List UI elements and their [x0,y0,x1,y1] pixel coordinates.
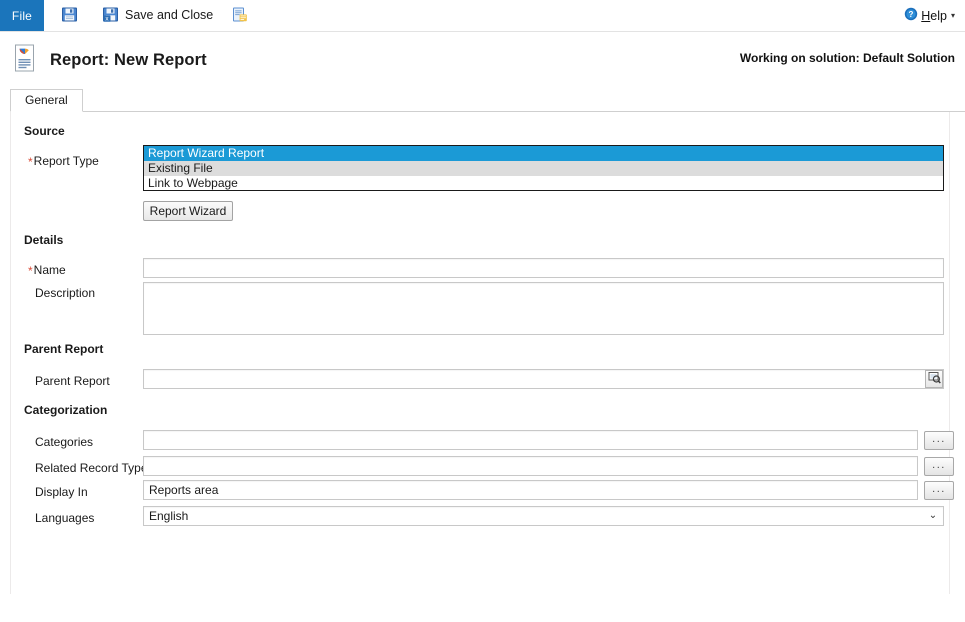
description-label: Description [35,286,96,300]
save-and-close-label: Save and Close [125,8,214,23]
help-button[interactable]: ? Help ▾ [904,0,955,31]
help-icon: ? [904,7,918,24]
save-button[interactable] [58,5,87,27]
page-header: Report: New Report Working on solution: … [0,32,965,88]
required-indicator: * [28,264,33,278]
report-type-option-report-wizard-report[interactable]: Report Wizard Report [144,146,943,161]
report-type-label-text: Report Type [33,154,99,168]
categories-label: Categories [35,435,94,449]
help-label: Help [921,9,947,23]
report-type-option-link-to-webpage[interactable]: Link to Webpage [144,176,943,190]
ribbon-command-group: x Save and Close [44,0,257,31]
report-type-label: *Report Type [28,154,99,169]
description-textarea[interactable] [143,282,944,335]
section-heading-details: Details [24,233,64,247]
categories-input[interactable] [143,430,918,450]
display-in-label: Display In [35,485,88,499]
svg-text:?: ? [909,10,914,19]
tabstrip: General [10,88,965,112]
help-label-rest: elp [930,8,947,23]
save-and-close-icon: x [102,6,119,26]
parent-report-lookup-button[interactable] [925,370,943,388]
section-heading-parent-report: Parent Report [24,342,104,356]
name-input[interactable] [143,258,944,278]
parent-report-label: Parent Report [35,374,110,388]
file-tab[interactable]: File [0,0,44,31]
save-and-close-button[interactable]: x Save and Close [99,5,216,27]
ribbon-toolbar: File x Save and Close ? Help ▾ [0,0,965,32]
required-indicator: * [28,155,33,169]
report-form-panel: Source *Report Type Report Wizard Report… [10,112,954,594]
new-record-icon [231,6,248,26]
report-icon [12,44,39,77]
related-record-types-label: Related Record Types [35,461,154,475]
related-record-types-browse-button[interactable]: ... [924,457,954,476]
solution-context-label: Working on solution: Default Solution [739,51,955,65]
categories-browse-button[interactable]: ... [924,431,954,450]
report-type-listbox[interactable]: Report Wizard Report Existing File Link … [143,145,944,191]
languages-label: Languages [35,511,95,525]
help-accel-letter: H [921,8,931,23]
save-icon [61,6,78,26]
parent-report-input[interactable] [143,369,944,389]
chevron-down-icon: ⌄ [928,510,938,521]
display-in-browse-button[interactable]: ... [924,481,954,500]
report-type-option-existing-file[interactable]: Existing File [144,161,943,176]
section-heading-categorization: Categorization [24,403,108,417]
report-wizard-button[interactable]: Report Wizard [143,201,233,221]
languages-select[interactable]: English ⌄ [143,506,944,526]
name-label: *Name [28,263,66,278]
name-label-text: Name [33,263,66,277]
related-record-types-input[interactable] [143,456,918,476]
lookup-icon [928,371,941,387]
section-heading-source: Source [24,124,65,138]
languages-selected-value: English [149,509,189,523]
page-title: Report: New Report [50,50,207,69]
tab-general[interactable]: General [10,89,83,112]
chevron-down-icon: ▾ [950,10,955,20]
save-as-new-button[interactable] [228,5,257,27]
display-in-input[interactable] [143,480,918,500]
